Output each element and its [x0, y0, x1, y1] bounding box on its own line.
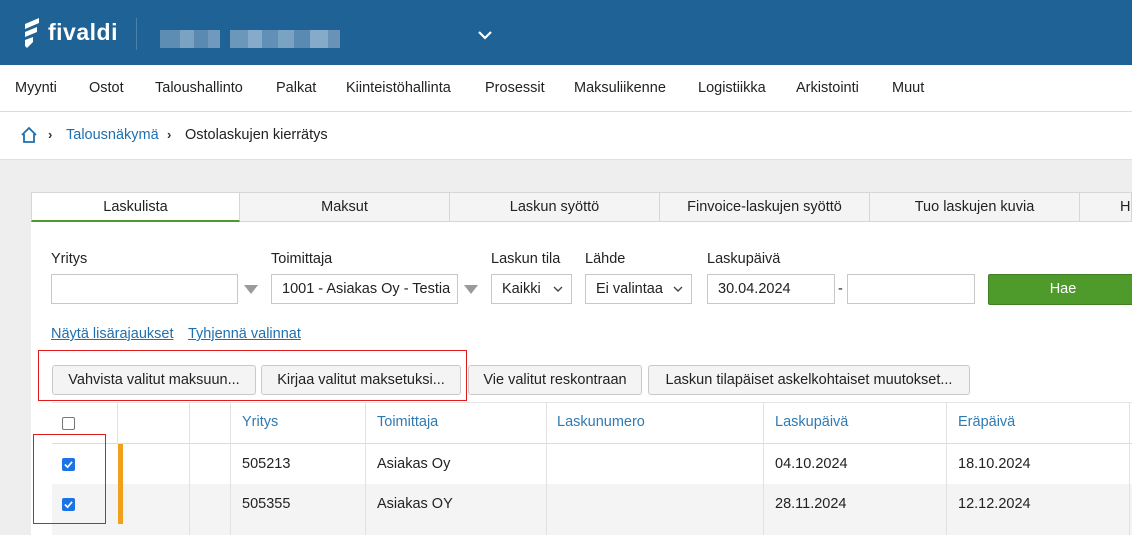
column-divider	[546, 402, 547, 535]
cell-toimittaja: Asiakas OY	[377, 496, 453, 512]
column-header-yritys[interactable]: Yritys	[242, 414, 278, 430]
menu-item-palkat[interactable]: Palkat	[276, 80, 316, 96]
tab-laskun-syotto[interactable]: Laskun syöttö	[450, 192, 660, 222]
cell-erapaiva: 12.12.2024	[958, 496, 1031, 512]
cell-yritys: 505355	[242, 496, 291, 512]
chevron-down-icon[interactable]	[476, 26, 494, 44]
breadcrumb-link[interactable]: Talousnäkymä	[66, 127, 159, 143]
tab-maksut[interactable]: Maksut	[240, 192, 450, 222]
menu-item-arkistointi[interactable]: Arkistointi	[796, 80, 859, 96]
breadcrumb: › Talousnäkymä › Ostolaskujen kierrätys	[0, 112, 1132, 160]
chevron-down-icon	[553, 286, 563, 292]
dropdown-triangle-icon[interactable]	[244, 285, 258, 294]
lahde-label: Lähde	[585, 251, 626, 267]
home-icon[interactable]	[20, 126, 38, 144]
status-indicator-bar	[118, 444, 123, 524]
lahde-value: Ei valintaa	[596, 281, 663, 297]
tab-tuo-kuvia[interactable]: Tuo laskujen kuvia	[870, 192, 1080, 222]
company-selector-blurred[interactable]	[160, 30, 340, 48]
brand-logo[interactable]: fivaldi	[22, 14, 118, 50]
column-header-laskunumero[interactable]: Laskunumero	[557, 414, 645, 430]
menu-item-muut[interactable]: Muut	[892, 80, 924, 96]
cell-yritys: 505213	[242, 456, 291, 472]
highlight-row-checkboxes	[33, 434, 106, 524]
chevron-down-icon	[673, 286, 683, 292]
column-divider	[365, 402, 366, 535]
menu-item-logistiikka[interactable]: Logistiikka	[698, 80, 766, 96]
column-divider	[1129, 402, 1130, 535]
brand-name: fivaldi	[48, 18, 118, 45]
cell-laskupaiva: 28.11.2024	[775, 496, 847, 512]
tab-more[interactable]: H	[1080, 192, 1132, 222]
column-divider	[189, 402, 190, 535]
clear-selections-link[interactable]: Tyhjennä valinnat	[188, 326, 301, 342]
column-divider	[230, 402, 231, 535]
lahde-select[interactable]: Ei valintaa	[585, 274, 692, 304]
chevron-right-icon: ›	[167, 127, 172, 142]
tab-finvoice-syotto[interactable]: Finvoice-laskujen syöttö	[660, 192, 870, 222]
menu-item-taloushallinto[interactable]: Taloushallinto	[155, 80, 243, 96]
chevron-right-icon: ›	[48, 127, 53, 142]
select-all-checkbox[interactable]	[62, 417, 75, 430]
laskupaiva-from-input[interactable]: 30.04.2024	[707, 274, 835, 304]
cell-erapaiva: 18.10.2024	[958, 456, 1031, 472]
divider	[136, 18, 137, 50]
menu-item-prosessit[interactable]: Prosessit	[485, 80, 545, 96]
dropdown-triangle-icon[interactable]	[464, 285, 478, 294]
toimittaja-input[interactable]: 1001 - Asiakas Oy - Testia	[271, 274, 458, 304]
laskun-tila-label: Laskun tila	[491, 251, 561, 267]
toimittaja-label: Toimittaja	[271, 251, 333, 267]
show-more-filters-link[interactable]: Näytä lisärajaukset	[51, 326, 174, 342]
yritys-label: Yritys	[51, 251, 88, 267]
cell-laskupaiva: 04.10.2024	[775, 456, 848, 472]
column-header-laskupaiva[interactable]: Laskupäivä	[775, 414, 848, 430]
column-divider	[117, 402, 118, 444]
main-menu: Myynti Ostot Taloushallinto Palkat Kiint…	[0, 65, 1132, 112]
laskupaiva-to-input[interactable]	[847, 274, 975, 304]
tab-bar: Laskulista Maksut Laskun syöttö Finvoice…	[31, 192, 1132, 222]
column-divider	[763, 402, 764, 535]
breadcrumb-current: Ostolaskujen kierrätys	[185, 127, 328, 143]
menu-item-maksuliikenne[interactable]: Maksuliikenne	[574, 80, 666, 96]
date-range-dash: -	[838, 281, 843, 297]
temporary-step-changes-button[interactable]: Laskun tilapäiset askelkohtaiset muutoks…	[648, 365, 970, 395]
yritys-input[interactable]	[51, 274, 238, 304]
menu-item-myynti[interactable]: Myynti	[15, 80, 57, 96]
column-header-toimittaja[interactable]: Toimittaja	[377, 414, 438, 430]
top-bar: fivaldi	[0, 0, 1132, 65]
cell-toimittaja: Asiakas Oy	[377, 456, 451, 472]
export-to-ledger-button[interactable]: Vie valitut reskontraan	[468, 365, 642, 395]
tab-laskulista[interactable]: Laskulista	[31, 192, 240, 222]
laskun-tila-select[interactable]: Kaikki	[491, 274, 572, 304]
fivaldi-logo-icon	[25, 18, 39, 48]
laskupaiva-label: Laskupäivä	[707, 251, 781, 267]
column-header-erapaiva[interactable]: Eräpäivä	[958, 414, 1015, 430]
search-button[interactable]: Hae	[988, 274, 1132, 305]
menu-item-ostot[interactable]: Ostot	[89, 80, 124, 96]
column-divider	[946, 402, 947, 535]
highlight-action-buttons	[38, 350, 467, 401]
laskun-tila-value: Kaikki	[502, 281, 541, 297]
menu-item-kiinteistohallinta[interactable]: Kiinteistöhallinta	[346, 80, 451, 96]
